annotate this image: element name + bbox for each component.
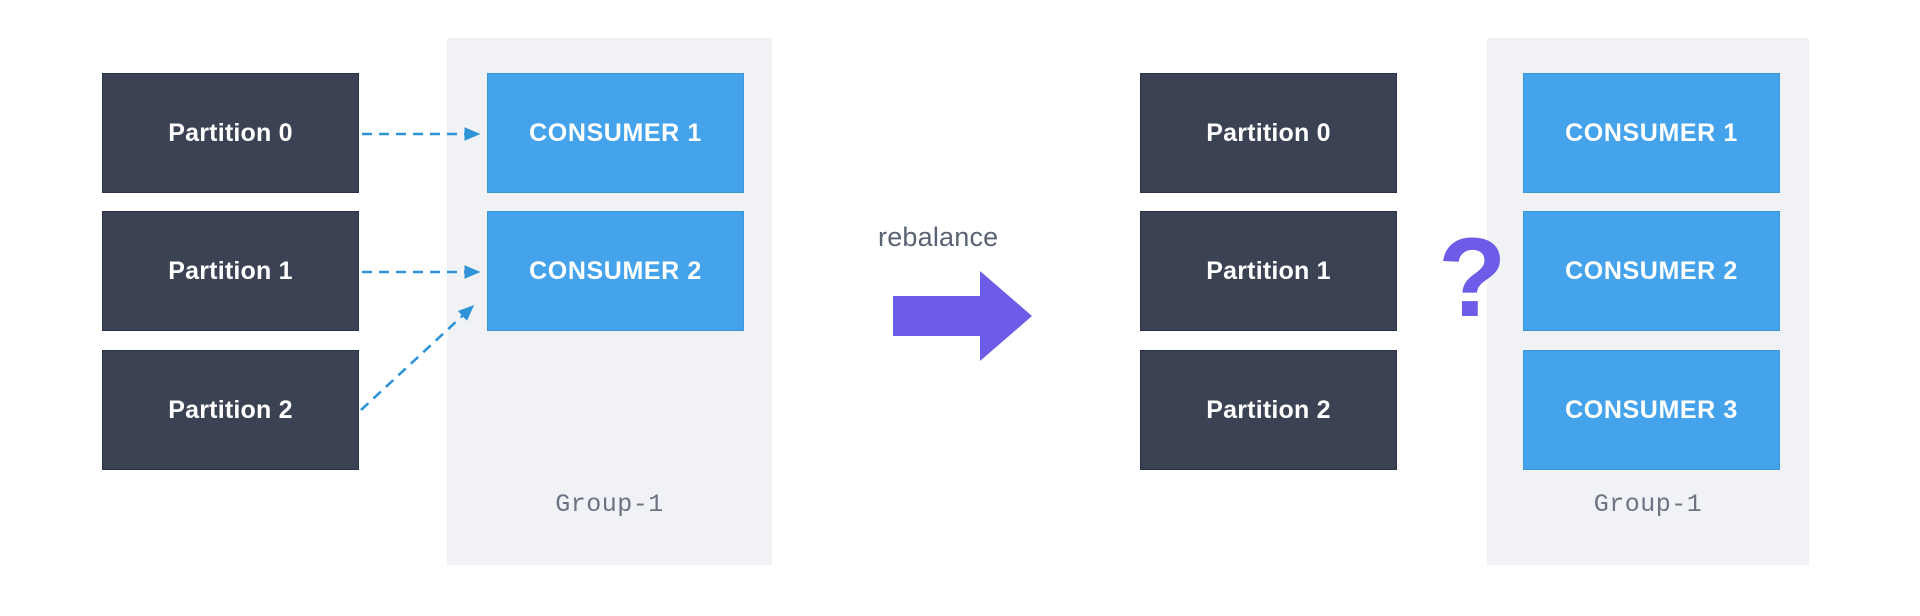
partition-box-after-2: Partition 2 xyxy=(1140,350,1397,470)
consumer-label-after-0: CONSUMER 1 xyxy=(1565,118,1738,147)
consumer-box-after-1: CONSUMER 2 xyxy=(1523,211,1780,331)
partition-label-after-1: Partition 1 xyxy=(1206,256,1331,285)
partition-label-after-2: Partition 2 xyxy=(1206,395,1331,424)
partition-box-before-0: Partition 0 xyxy=(102,73,359,193)
partition-box-before-2: Partition 2 xyxy=(102,350,359,470)
rebalance-arrow-icon xyxy=(893,271,1032,361)
partition-label-before-2: Partition 2 xyxy=(168,395,293,424)
consumer-box-before-1: CONSUMER 2 xyxy=(487,211,744,331)
partition-box-after-1: Partition 1 xyxy=(1140,211,1397,331)
diagram-canvas: Group-1 Group-1 Partition 0 Partition 1 … xyxy=(0,0,1920,616)
consumer-label-before-1: CONSUMER 2 xyxy=(529,256,702,285)
group-label-before: Group-1 xyxy=(555,490,664,519)
partition-box-after-0: Partition 0 xyxy=(1140,73,1397,193)
consumer-box-after-2: CONSUMER 3 xyxy=(1523,350,1780,470)
consumer-box-before-0: CONSUMER 1 xyxy=(487,73,744,193)
partition-label-before-0: Partition 0 xyxy=(168,118,293,147)
consumer-label-after-2: CONSUMER 3 xyxy=(1565,395,1738,424)
consumer-label-before-0: CONSUMER 1 xyxy=(529,118,702,147)
partition-label-before-1: Partition 1 xyxy=(168,256,293,285)
rebalance-label: rebalance xyxy=(878,222,999,252)
group-label-after: Group-1 xyxy=(1593,490,1703,519)
consumer-box-after-0: CONSUMER 1 xyxy=(1523,73,1780,193)
consumer-label-after-1: CONSUMER 2 xyxy=(1565,256,1738,285)
unknown-assignment-question-mark: ? xyxy=(1438,215,1507,340)
partition-box-before-1: Partition 1 xyxy=(102,211,359,331)
partition-label-after-0: Partition 0 xyxy=(1206,118,1331,147)
